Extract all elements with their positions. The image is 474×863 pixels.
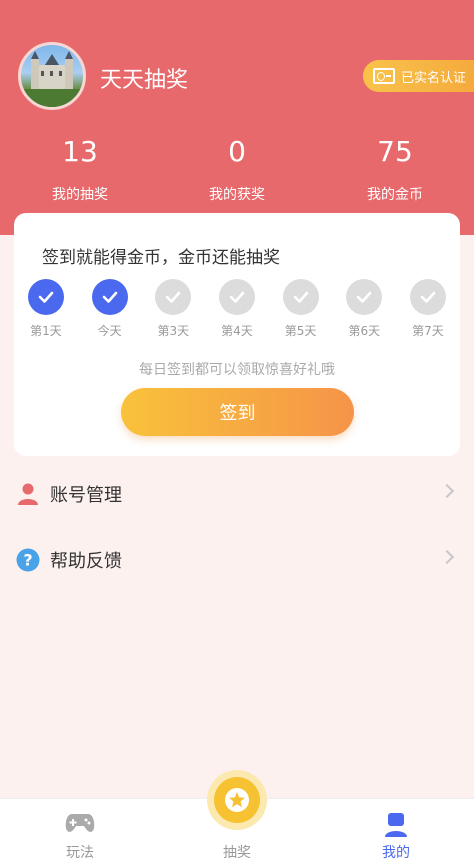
check-icon	[155, 279, 192, 315]
stat-label: 我的抽奖	[52, 187, 108, 203]
avatar[interactable]	[18, 42, 86, 110]
chevron-right-icon	[439, 549, 455, 565]
signin-button[interactable]: 签到	[121, 388, 354, 436]
stat-value: 0	[228, 135, 246, 168]
person-icon	[385, 813, 407, 837]
menu-account-management[interactable]: 账号管理	[0, 464, 474, 524]
check-icon	[91, 279, 128, 315]
help-icon: ?	[16, 548, 40, 572]
chevron-right-icon	[439, 483, 455, 499]
stat-label: 我的获奖	[209, 187, 265, 203]
stat-value: 75	[377, 135, 413, 168]
verified-label: 已实名认证	[401, 70, 467, 86]
tab-gameplay[interactable]: 玩法	[20, 799, 140, 863]
user-icon	[18, 483, 38, 505]
menu-help-feedback[interactable]: ? 帮助反馈	[0, 530, 474, 590]
signin-day-4: 第4天	[217, 279, 257, 339]
menu-label: 账号管理	[50, 485, 122, 506]
lottery-fab[interactable]	[214, 777, 260, 823]
stat-label: 我的金币	[367, 187, 423, 203]
stat-my-draws[interactable]: 13 我的抽奖	[10, 136, 150, 204]
day-label: 今天	[97, 324, 122, 338]
stat-my-coins[interactable]: 75 我的金币	[325, 136, 465, 204]
day-label: 第5天	[284, 324, 317, 338]
tab-mine[interactable]: 我的	[336, 799, 456, 863]
tab-label: 抽奖	[223, 845, 251, 861]
signin-day-6: 第6天	[344, 279, 384, 339]
tab-label: 玩法	[66, 845, 94, 861]
day-label: 第1天	[30, 324, 62, 338]
username: 天天抽奖	[100, 68, 189, 93]
menu-label: 帮助反馈	[50, 551, 122, 572]
day-label: 第3天	[157, 324, 190, 338]
check-icon	[282, 279, 319, 315]
day-label: 第4天	[221, 324, 253, 338]
gamepad-icon	[65, 814, 95, 832]
check-icon	[409, 279, 446, 315]
signin-day-7: 第7天	[408, 279, 448, 339]
star-icon	[225, 788, 249, 812]
day-label: 第7天	[412, 324, 444, 338]
tab-label: 我的	[382, 845, 410, 861]
stat-my-wins[interactable]: 0 我的获奖	[167, 136, 307, 204]
signin-title: 签到就能得金币，金币还能抽奖	[42, 248, 280, 268]
signin-day-5: 第5天	[281, 279, 321, 339]
signin-days: 第1天 今天 第3天 第4天 第5天 第6天 第7天	[26, 279, 448, 339]
signin-day-3: 第3天	[153, 279, 193, 339]
id-card-icon	[373, 68, 395, 84]
stat-value: 13	[62, 135, 98, 168]
signin-card: 签到就能得金币，金币还能抽奖 第1天 今天 第3天 第4天 第5天 第6天 第7…	[14, 213, 460, 456]
verified-badge[interactable]: 已实名认证	[363, 60, 474, 92]
castle-image	[21, 51, 83, 107]
day-label: 第6天	[348, 324, 381, 338]
check-icon	[28, 279, 64, 315]
signin-day-1: 第1天	[26, 279, 66, 339]
check-icon	[218, 279, 255, 315]
svg-text:?: ?	[23, 551, 32, 570]
signin-hint: 每日签到都可以领取惊喜好礼哦	[139, 362, 335, 378]
check-icon	[346, 279, 383, 315]
signin-day-today: 今天	[90, 279, 130, 339]
